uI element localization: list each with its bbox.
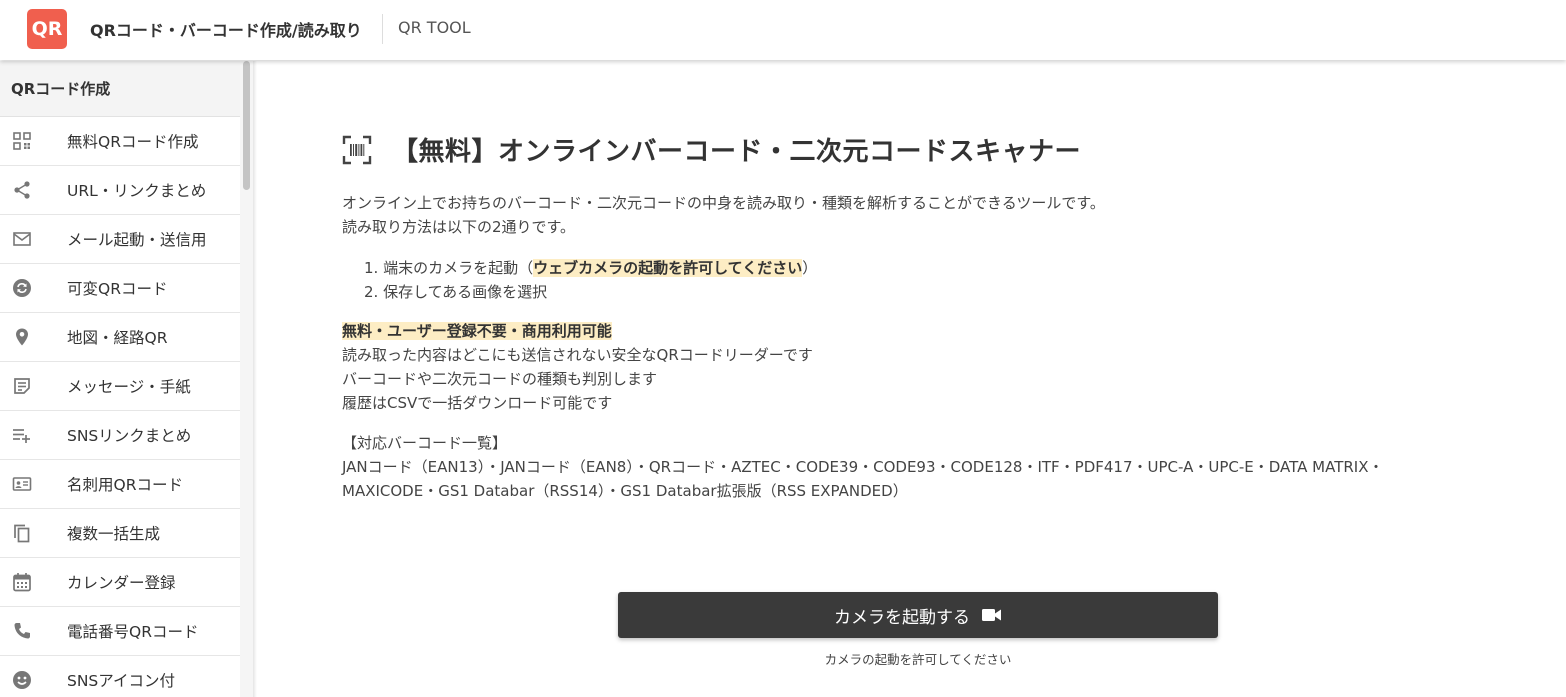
phone-icon [12, 621, 32, 641]
top-header: QR QRコード・バーコード作成/読み取り QR TOOL [0, 0, 1566, 60]
sidebar-divider [253, 61, 257, 697]
page-title: 【無料】オンラインバーコード・二次元コードスキャナー [392, 137, 1082, 167]
camera-permission-note: カメラの起動を許可してください [824, 652, 1012, 667]
sidebar-item-label: SNSリンクまとめ [67, 427, 192, 445]
intro-line: 読み取り方法は以下の2通りです。 [342, 218, 576, 236]
sidebar-item-business-card[interactable]: 名刺用QRコード [0, 460, 240, 509]
barcode-scan-icon [342, 135, 372, 165]
sidebar-item-sns-links[interactable]: SNSリンクまとめ [0, 411, 240, 460]
sidebar: QRコード作成 無料QRコード作成 URL・リンクまとめ メール起動・送信用 可… [0, 61, 240, 697]
supported-heading: 【対応バーコード一覧】 [342, 434, 508, 452]
step-text: 2. 保存してある画像を選択 [364, 283, 548, 301]
header-subtitle[interactable]: QR TOOL [398, 18, 471, 37]
step-text: 1. 端末のカメラを起動（ [364, 259, 534, 277]
start-camera-button[interactable]: カメラを起動する [618, 592, 1218, 638]
sidebar-item-label: 可変QRコード [67, 280, 168, 298]
sidebar-item-sns-icon[interactable]: SNSアイコン付 [0, 656, 240, 697]
list-item: 1. 端末のカメラを起動（ウェブカメラの起動を許可してください） [364, 256, 817, 280]
list-item: 2. 保存してある画像を選択 [364, 280, 817, 304]
playlist-add-icon [12, 425, 32, 445]
sidebar-item-dynamic-qr[interactable]: 可変QRコード [0, 264, 240, 313]
step-highlight: ウェブカメラの起動を許可してください [533, 259, 803, 277]
videocam-icon [982, 608, 1002, 622]
supported-codes-line: MAXICODE・GS1 Databar（RSS14）・GS1 Databar拡… [342, 482, 908, 500]
main-content: 【無料】オンラインバーコード・二次元コードスキャナー オンライン上でお持ちのバー… [258, 61, 1566, 697]
share-icon [12, 180, 32, 200]
supported-codes-line: JANコード（EAN13）・JANコード（EAN8）・QRコード・AZTEC・C… [342, 458, 1384, 476]
sidebar-item-message[interactable]: メッセージ・手紙 [0, 362, 240, 411]
sidebar-item-label: 複数一括生成 [67, 525, 161, 543]
id-card-icon [12, 474, 32, 494]
sidebar-item-url-links[interactable]: URL・リンクまとめ [0, 166, 240, 215]
calendar-icon [12, 572, 32, 592]
sidebar-item-free-qr[interactable]: 無料QRコード作成 [0, 117, 240, 166]
feature-highlight-line: 無料・ユーザー登録不要・商用利用可能 [342, 319, 612, 343]
page-title-row: 【無料】オンラインバーコード・二次元コードスキャナー [342, 131, 1081, 168]
sidebar-item-label: 地図・経路QR [67, 329, 168, 347]
sidebar-item-label: 名刺用QRコード [67, 476, 183, 494]
sidebar-item-phone[interactable]: 電話番号QRコード [0, 607, 240, 656]
sidebar-item-label: カレンダー登録 [67, 574, 176, 592]
feature-line: 履歴はCSVで一括ダウンロード可能です [342, 394, 613, 412]
sidebar-item-mail[interactable]: メール起動・送信用 [0, 215, 240, 264]
note-icon [12, 376, 32, 396]
map-pin-icon [12, 327, 32, 347]
feature-line: 読み取った内容はどこにも送信されない安全なQRコードリーダーです [342, 346, 813, 364]
sidebar-item-bulk[interactable]: 複数一括生成 [0, 509, 240, 558]
sidebar-item-calendar[interactable]: カレンダー登録 [0, 558, 240, 607]
sidebar-item-label: メール起動・送信用 [67, 231, 207, 249]
smiley-icon [12, 670, 32, 690]
step-suffix: ） [802, 259, 818, 277]
sidebar-item-label: メッセージ・手紙 [67, 378, 191, 396]
steps-list: 1. 端末のカメラを起動（ウェブカメラの起動を許可してください） 2. 保存して… [364, 256, 817, 304]
copy-icon [12, 523, 32, 543]
sidebar-item-label: URL・リンクまとめ [67, 182, 207, 200]
mail-icon [12, 229, 32, 249]
sync-icon [12, 278, 32, 298]
app-logo[interactable]: QR [27, 9, 67, 49]
sidebar-scrollbar-thumb[interactable] [243, 61, 250, 190]
sidebar-item-label: 無料QRコード作成 [67, 133, 199, 151]
sidebar-item-map[interactable]: 地図・経路QR [0, 313, 240, 362]
start-camera-label: カメラを起動する [834, 607, 970, 628]
header-divider [382, 14, 383, 44]
feature-line: バーコードや二次元コードの種類も判別します [342, 370, 658, 388]
intro-line: オンライン上でお持ちのバーコード・二次元コードの中身を読み取り・種類を解析するこ… [342, 194, 1105, 212]
sidebar-heading: QRコード作成 [0, 61, 240, 117]
qr-icon [12, 131, 32, 151]
feature-highlight: 無料・ユーザー登録不要・商用利用可能 [342, 322, 612, 340]
sidebar-item-label: 電話番号QRコード [67, 623, 199, 641]
app-title[interactable]: QRコード・バーコード作成/読み取り [90, 17, 362, 41]
sidebar-item-label: SNSアイコン付 [67, 672, 175, 690]
